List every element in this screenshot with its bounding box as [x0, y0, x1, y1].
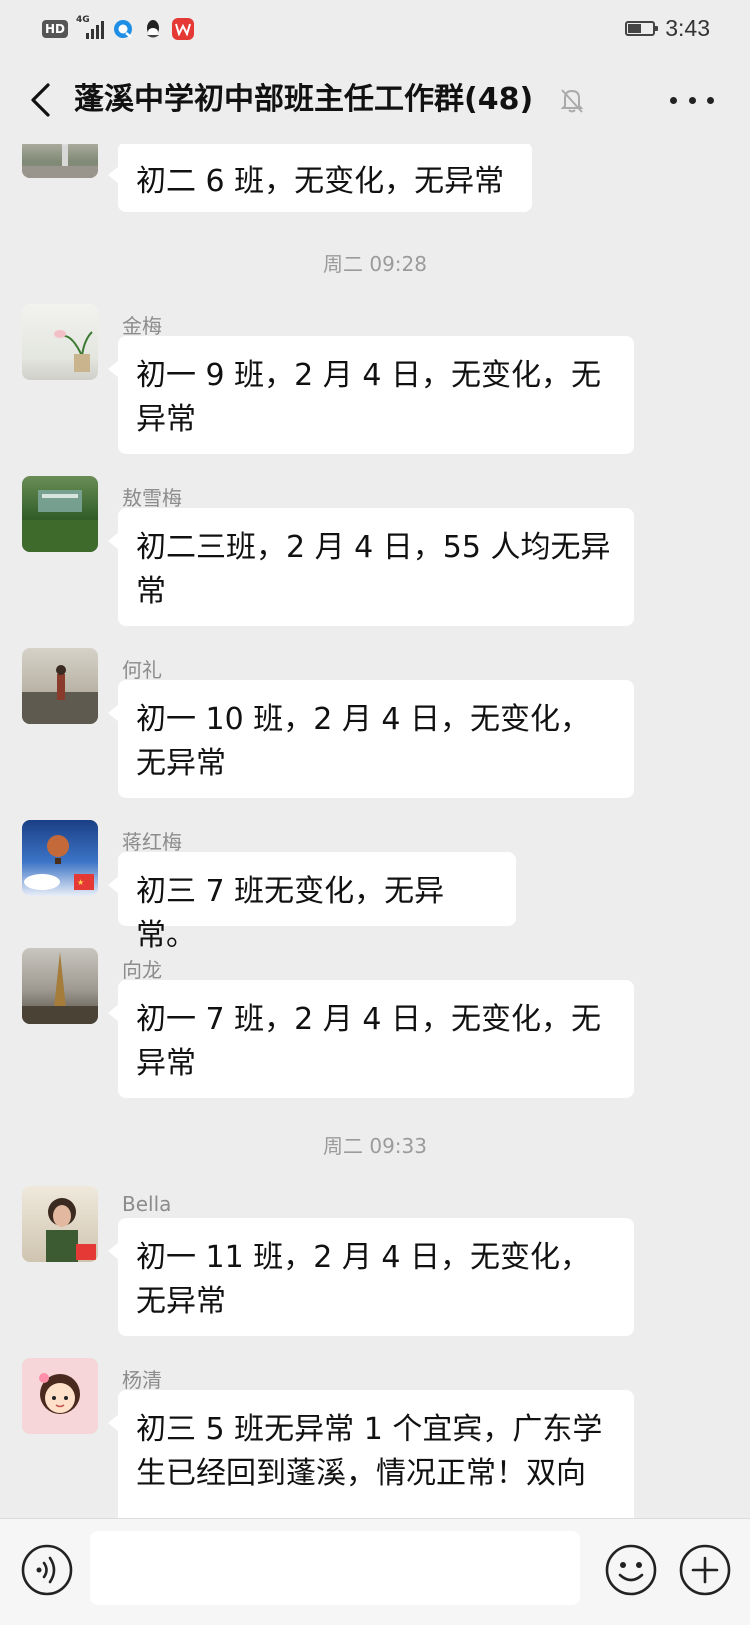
battery-icon: [625, 20, 659, 36]
signal-icon: 4G: [76, 15, 105, 39]
sender-name: 敖雪梅: [122, 486, 182, 510]
message-input[interactable]: [90, 1531, 580, 1605]
chat-list[interactable]: 初二 6 班，无变化，无异常 周二 09:28 金梅 初一 9 班，2 月 4 …: [0, 144, 750, 1518]
message-text: 初二 6 班，无变化，无异常: [136, 164, 505, 199]
message-text: 初二三班，2 月 4 日，55 人均无异常: [136, 530, 611, 609]
voice-icon[interactable]: [20, 1543, 74, 1597]
message-bubble[interactable]: 初一 10 班，2 月 4 日，无变化，无异常: [108, 680, 634, 798]
sign-avatar[interactable]: [22, 476, 98, 552]
photo-avatar[interactable]: [22, 144, 98, 178]
message-bubble[interactable]: 初一 7 班，2 月 4 日，无变化，无异常: [108, 980, 634, 1098]
timestamp: 周二 09:28: [323, 252, 427, 276]
message-text: 初一 11 班，2 月 4 日，无变化，无异常: [136, 1240, 591, 1319]
flower-avatar[interactable]: [22, 304, 98, 380]
message-text: 初三 5 班无异常 1 个宜宾，广东学生已经回到蓬溪，情况正常！双向: [136, 1412, 603, 1491]
girl-avatar[interactable]: [22, 1186, 98, 1262]
more-dot: [707, 96, 714, 104]
message-bubble[interactable]: 初一 9 班，2 月 4 日，无变化，无异常: [108, 336, 634, 454]
message-bubble[interactable]: 初三 5 班无异常 1 个宜宾，广东学生已经回到蓬溪，情况正常！双向: [108, 1390, 634, 1518]
message-text: 初一 10 班，2 月 4 日，无变化，无异常: [136, 702, 591, 781]
svg-text:★: ★: [77, 878, 84, 887]
emoji-icon[interactable]: [604, 1543, 658, 1597]
status-icons-left: HD 4G: [42, 15, 195, 42]
sender-name: 杨清: [122, 1368, 162, 1392]
person-avatar[interactable]: [22, 648, 98, 724]
clock: 3:43: [665, 14, 710, 41]
more-dot: [670, 96, 677, 104]
more-button[interactable]: [670, 86, 714, 114]
sender-name: 金梅: [122, 314, 162, 338]
chat-header: 蓬溪中学初中部班主任工作群(48): [0, 56, 750, 144]
chevron-left-icon: [31, 83, 50, 117]
message-bubble[interactable]: 初一 11 班，2 月 4 日，无变化，无异常: [108, 1218, 634, 1336]
status-icons-right: 3:43: [625, 12, 710, 44]
timestamp: 周二 09:33: [323, 1134, 427, 1158]
qq-icon: [142, 18, 164, 40]
message-text: 初一 9 班，2 月 4 日，无变化，无异常: [136, 358, 601, 437]
wps-icon: [172, 18, 195, 40]
input-bar: [0, 1518, 750, 1625]
balloon-avatar[interactable]: ★: [22, 820, 98, 896]
qq-browser-icon: [112, 18, 134, 40]
sender-name: 蒋红梅: [122, 830, 182, 854]
tower-avatar[interactable]: [22, 948, 98, 1024]
message-bubble[interactable]: 初二三班，2 月 4 日，55 人均无异常: [108, 508, 634, 626]
message-text: 初一 7 班，2 月 4 日，无变化，无异常: [136, 1002, 601, 1081]
hd-badge: HD: [42, 20, 69, 38]
message-text: 初三 7 班无变化，无异常。: [136, 874, 445, 953]
sender-name: 向龙: [122, 958, 162, 982]
more-dot: [688, 96, 696, 104]
status-bar: HD 4G 3:43: [0, 0, 750, 56]
message-bubble[interactable]: 初三 7 班无变化，无异常。: [108, 852, 516, 953]
plus-icon[interactable]: [678, 1543, 732, 1597]
sender-name: Bella: [122, 1192, 172, 1216]
back-button[interactable]: [20, 78, 60, 122]
group-title: 蓬溪中学初中部班主任工作群(48): [74, 82, 534, 117]
sender-name: 何礼: [122, 658, 162, 682]
bell-off-icon: [560, 89, 584, 113]
message-bubble[interactable]: 初二 6 班，无变化，无异常: [108, 144, 532, 212]
cartoon-avatar[interactable]: [22, 1358, 98, 1434]
